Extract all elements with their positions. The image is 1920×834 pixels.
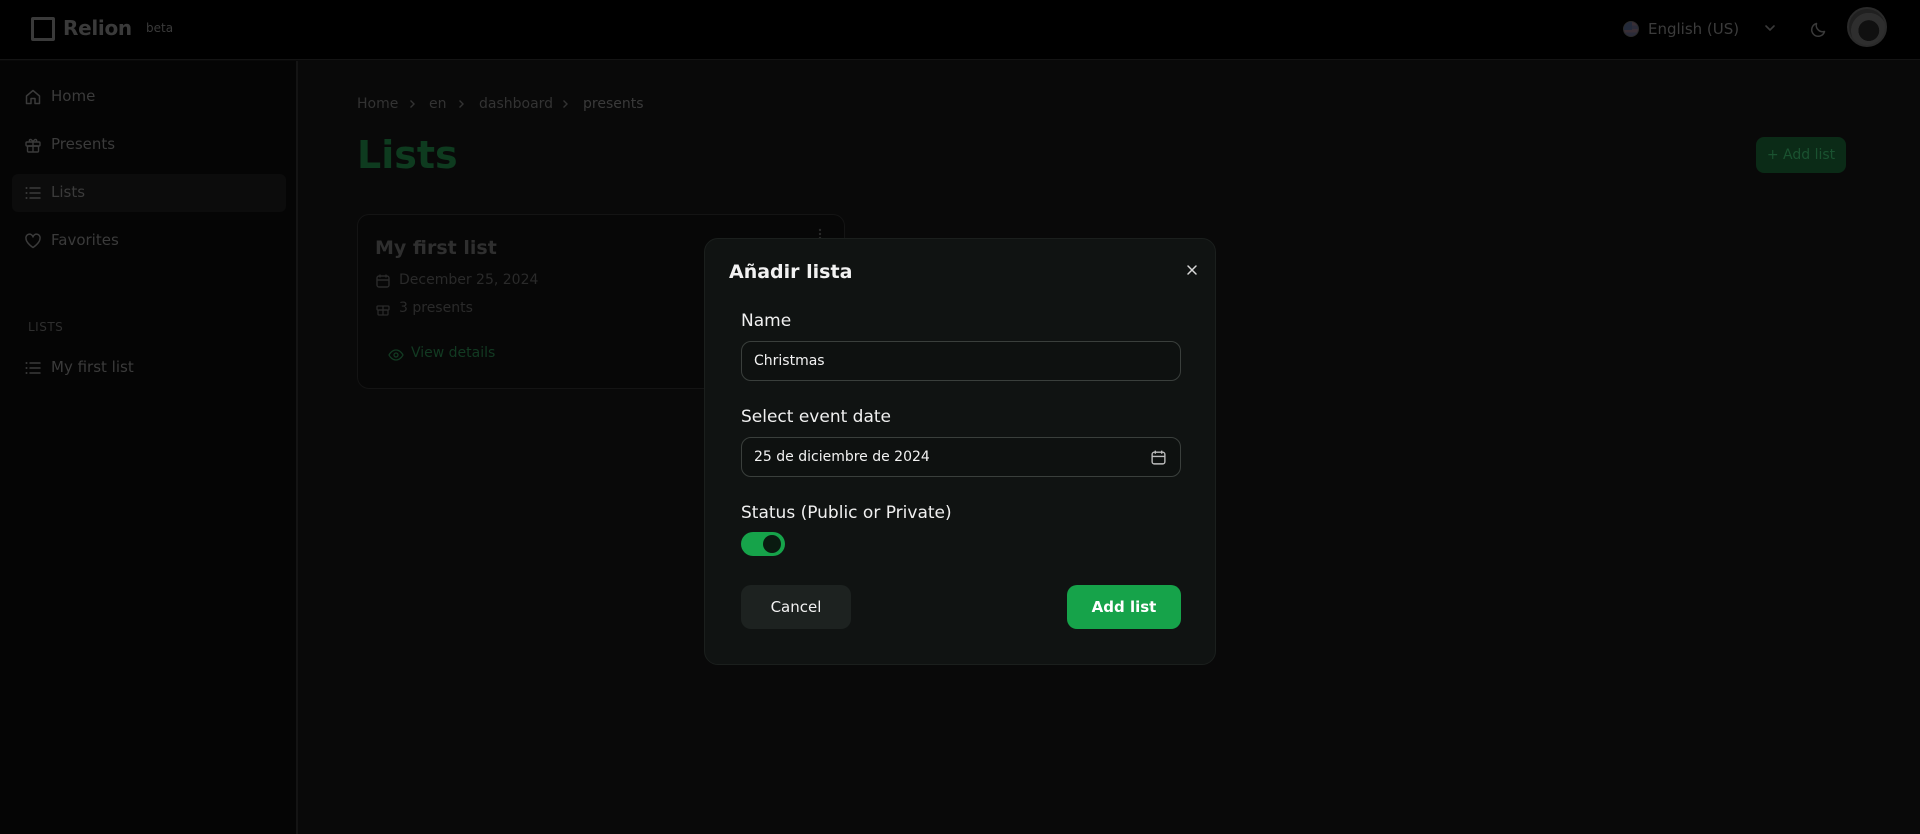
cancel-button[interactable]: Cancel: [741, 585, 851, 629]
gift-icon: [375, 301, 391, 317]
sidebar-item-favorites[interactable]: Favorites: [12, 222, 286, 260]
close-icon[interactable]: [1184, 262, 1200, 278]
breadcrumb-en[interactable]: en: [429, 96, 447, 112]
heart-icon: [24, 232, 42, 250]
chevron-right-icon: [456, 99, 466, 109]
breadcrumb-home[interactable]: Home: [357, 96, 398, 112]
sidebar-item-label: My first list: [51, 358, 134, 376]
event-date-label: Select event date: [741, 407, 892, 427]
us-flag-icon: [1623, 21, 1639, 37]
list-icon: [24, 184, 42, 202]
sidebar-item-lists[interactable]: Lists: [12, 174, 286, 212]
dialog-title: Añadir lista: [729, 261, 853, 283]
moon-icon[interactable]: [1809, 19, 1829, 39]
name-label: Name: [741, 311, 792, 331]
toggle-knob: [763, 535, 781, 553]
page-title: Lists: [357, 133, 458, 177]
sidebar-item-label: Home: [51, 87, 96, 105]
language-selector[interactable]: English (US): [1622, 14, 1782, 44]
breadcrumb-dashboard[interactable]: dashboard: [479, 96, 553, 112]
avatar[interactable]: [1847, 7, 1887, 47]
sidebar-item-label: Presents: [51, 135, 116, 153]
add-list-submit-button[interactable]: Add list: [1067, 585, 1181, 629]
status-toggle[interactable]: [741, 532, 785, 556]
eye-icon: [388, 347, 404, 363]
language-label: English (US): [1648, 20, 1740, 38]
lists-section-label: LISTS: [28, 320, 64, 334]
sidebar: Home Presents Lists Favorites LISTS My f…: [0, 61, 298, 834]
logo-text[interactable]: Relion: [63, 16, 132, 40]
add-list-dialog: Añadir lista Name Select event date 25 d…: [704, 238, 1216, 665]
event-date-picker[interactable]: 25 de diciembre de 2024: [741, 437, 1181, 477]
calendar-icon: [375, 273, 391, 289]
chevron-right-icon: [560, 99, 570, 109]
chevron-right-icon: [407, 99, 417, 109]
home-icon: [24, 88, 42, 106]
logo-icon: [31, 17, 55, 41]
calendar-icon: [1150, 449, 1167, 466]
event-date-value: 25 de diciembre de 2024: [754, 449, 930, 465]
top-bar: Relion beta English (US): [0, 0, 1920, 60]
sidebar-item-label: Favorites: [51, 231, 119, 249]
sidebar-item-my-first-list[interactable]: My first list: [12, 349, 286, 387]
name-input[interactable]: [741, 341, 1181, 381]
add-list-button[interactable]: + Add list: [1756, 137, 1846, 173]
breadcrumb-presents: presents: [583, 96, 644, 112]
sidebar-item-label: Lists: [51, 183, 86, 201]
list-card-title: My first list: [375, 237, 497, 259]
list-icon: [24, 359, 42, 377]
chevron-down-icon: [1762, 20, 1778, 36]
status-label: Status (Public or Private): [741, 503, 952, 523]
sidebar-item-presents[interactable]: Presents: [12, 126, 286, 164]
beta-badge: beta: [146, 21, 174, 35]
gift-icon: [24, 136, 42, 154]
sidebar-item-home[interactable]: Home: [12, 78, 286, 116]
